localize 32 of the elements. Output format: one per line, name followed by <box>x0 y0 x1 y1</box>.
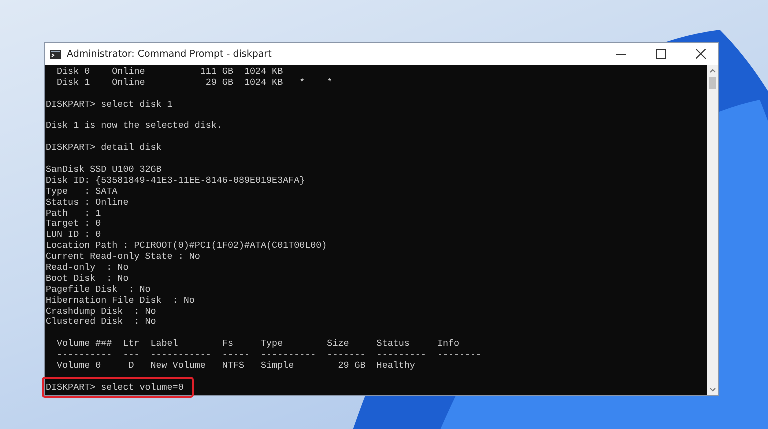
close-icon <box>696 49 706 59</box>
console-line: Type : SATA <box>46 186 119 198</box>
console-line: Volume 0 D New Volume NTFS Simple 29 GB Healthy <box>56 361 416 372</box>
console-line: Pagefile Disk : No <box>46 284 152 296</box>
console-line: Current Read-only State : No <box>46 252 202 263</box>
console-icon <box>50 50 61 58</box>
console-line: Disk 1 is now the selected disk. <box>46 121 224 132</box>
console-line: Boot Disk : No <box>46 274 130 285</box>
console-line: Status : Online <box>46 198 130 209</box>
console-line: Volume ### Ltr Label Fs Type Size Status Info <box>56 339 461 350</box>
scroll-down-icon[interactable] <box>710 388 716 392</box>
console-line: DISKPART> select disk 1 <box>46 100 174 111</box>
console-line: Disk 0 Online 111 GB 1024 KB <box>56 67 284 78</box>
console-line: Read-only : No <box>46 263 130 274</box>
console-line: DISKPART> select volume=0 <box>46 382 185 394</box>
console-line: DISKPART> detail disk <box>46 143 163 154</box>
console-line: Disk 1 Online 29 GB 1024 KB * * <box>56 78 334 89</box>
console-line: Path : 1 <box>46 208 102 220</box>
console-line: Disk ID: {53581849-41E3-11EE-8146-089E019E3AFA} <box>46 176 306 187</box>
console-line: Clustered Disk : No <box>46 317 158 328</box>
window-title: Administrator: Command Prompt - diskpart <box>67 48 273 60</box>
maximize-icon <box>656 49 666 59</box>
console-line: Location Path : PCIROOT(0)#PCI(1F02)#ATA(C01T00L00) <box>46 241 328 252</box>
scrollbar[interactable] <box>707 65 718 395</box>
scrollbar-thumb[interactable] <box>709 77 716 89</box>
console-line: ---------- --- ----------- ----- ---------- ------- --------- -------- <box>56 350 483 361</box>
console-line: Hibernation File Disk : No <box>46 296 196 307</box>
scroll-up-icon[interactable] <box>710 68 716 72</box>
console-line: Crashdump Disk : No <box>46 306 158 317</box>
console-line: LUN ID : 0 <box>46 230 102 241</box>
console-line: Target : 0 <box>46 219 102 230</box>
console-line: SanDisk SSD U100 32GB <box>46 165 163 176</box>
